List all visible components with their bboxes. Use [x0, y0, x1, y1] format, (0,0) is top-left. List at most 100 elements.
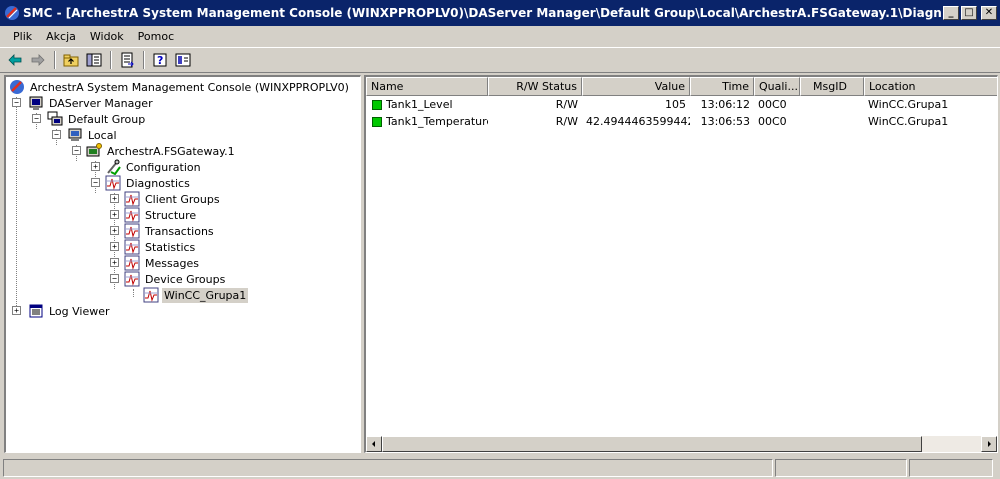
- horizontal-scrollbar[interactable]: [366, 436, 997, 452]
- tree-item-messages[interactable]: Messages: [124, 255, 201, 271]
- maximize-button[interactable]: □: [961, 6, 977, 20]
- show-hide-tree-icon: [86, 53, 102, 67]
- diagnostics-icon: [105, 175, 121, 191]
- tree-item-configuration[interactable]: Configuration: [105, 159, 203, 175]
- scroll-track[interactable]: [922, 436, 981, 452]
- configuration-icon: [107, 159, 121, 175]
- title-bar[interactable]: SMC - [ArchestrA System Management Conso…: [0, 0, 1000, 26]
- export-list-button[interactable]: [116, 50, 138, 70]
- log-viewer-icon: [29, 304, 43, 318]
- menu-plik[interactable]: Plik: [6, 30, 39, 43]
- collapse-toggle[interactable]: −: [110, 274, 119, 283]
- toolbar: ?: [0, 47, 1000, 73]
- scroll-thumb[interactable]: [382, 436, 922, 452]
- forward-button[interactable]: [27, 50, 49, 70]
- column-header-name[interactable]: Name: [366, 77, 488, 96]
- item-location: WinCC.Grupa1: [868, 98, 949, 111]
- diagnostics-icon: [124, 223, 140, 239]
- tree-item-daserver-manager[interactable]: DAServer Manager: [28, 95, 155, 111]
- console-tree[interactable]: ArchestrA System Management Console (WIN…: [4, 75, 361, 453]
- scroll-right-button[interactable]: [981, 436, 997, 452]
- diagnostics-icon: [143, 287, 159, 303]
- collapse-toggle[interactable]: −: [32, 114, 41, 123]
- export-list-icon: [121, 52, 134, 68]
- collapse-toggle[interactable]: −: [91, 178, 100, 187]
- expand-toggle[interactable]: +: [110, 194, 119, 203]
- status-panel-3: [909, 458, 993, 477]
- smc-app-icon: [5, 6, 19, 20]
- item-rw-status: R/W: [555, 98, 578, 111]
- expand-toggle[interactable]: +: [12, 306, 21, 315]
- back-button[interactable]: [4, 50, 26, 70]
- expand-toggle[interactable]: +: [110, 242, 119, 251]
- svg-text:?: ?: [157, 54, 163, 67]
- tree-item-transactions[interactable]: Transactions: [124, 223, 216, 239]
- column-header-msgid[interactable]: MsgID: [800, 77, 864, 96]
- tree-item-label: Log Viewer: [49, 304, 110, 318]
- tree-item-diagnostics[interactable]: Diagnostics: [105, 175, 192, 191]
- help-icon: ?: [153, 53, 167, 67]
- menu-bar: Plik Akcja Widok Pomoc: [0, 26, 1000, 46]
- menu-widok[interactable]: Widok: [83, 30, 131, 43]
- diagnostics-icon: [124, 255, 140, 271]
- tree-item-label: Structure: [145, 208, 197, 222]
- details-list[interactable]: Name R/W Status Value Time Quali... MsgI…: [364, 75, 998, 453]
- menu-pomoc[interactable]: Pomoc: [131, 30, 181, 43]
- collapse-toggle[interactable]: −: [12, 98, 21, 107]
- show-hide-tree-button[interactable]: [83, 50, 105, 70]
- tree-item-label: Local: [88, 128, 117, 142]
- maximize-label: □: [964, 7, 974, 18]
- tree-item-log-viewer[interactable]: Log Viewer: [28, 303, 112, 319]
- item-time: 13:06:12: [700, 98, 750, 111]
- toolbar-separator: [54, 51, 56, 69]
- tree-item-fsgateway[interactable]: ArchestrA.FSGateway.1: [86, 143, 237, 159]
- expand-toggle[interactable]: +: [110, 258, 119, 267]
- status-panel-main: [3, 458, 773, 477]
- close-button[interactable]: ✕: [981, 6, 997, 20]
- tree-item-label: DAServer Manager: [49, 96, 153, 110]
- tree-item-label: Device Groups: [145, 272, 226, 286]
- list-item[interactable]: Tank1_Level R/W 105 13:06:12 00C0 WinCC.…: [366, 96, 997, 113]
- expand-toggle[interactable]: +: [91, 162, 100, 171]
- tree-item-structure[interactable]: Structure: [124, 207, 198, 223]
- tree-item-label: ArchestrA.FSGateway.1: [107, 144, 235, 158]
- expand-toggle[interactable]: +: [110, 226, 119, 235]
- status-bar: [0, 456, 1000, 479]
- item-quality: 00C0: [758, 98, 787, 111]
- list-item[interactable]: Tank1_Temperature R/W 42.4944463599442 1…: [366, 113, 997, 130]
- tree-item-client-groups[interactable]: Client Groups: [124, 191, 222, 207]
- minimize-button[interactable]: _: [943, 6, 959, 20]
- column-header-quality[interactable]: Quali...: [754, 77, 800, 96]
- column-header-value[interactable]: Value: [582, 77, 690, 96]
- item-time: 13:06:53: [700, 115, 750, 128]
- column-header-rw-status[interactable]: R/W Status: [488, 77, 582, 96]
- tree-item-label: Messages: [145, 256, 199, 270]
- collapse-toggle[interactable]: −: [52, 130, 61, 139]
- tree-item-root[interactable]: ArchestrA System Management Console (WIN…: [9, 79, 351, 95]
- expand-toggle[interactable]: +: [110, 210, 119, 219]
- tree-item-default-group[interactable]: Default Group: [47, 111, 147, 127]
- tree-item-label: Statistics: [145, 240, 196, 254]
- group-icon: [47, 111, 63, 126]
- list-header: Name R/W Status Value Time Quali... MsgI…: [366, 77, 997, 96]
- column-header-time[interactable]: Time: [690, 77, 754, 96]
- tree-item-label: ArchestrA System Management Console (WIN…: [30, 80, 349, 94]
- computer-icon: [68, 128, 82, 141]
- tree-item-statistics[interactable]: Statistics: [124, 239, 197, 255]
- diagnostics-icon: [124, 207, 140, 223]
- help-button[interactable]: ?: [149, 50, 171, 70]
- tree-item-label: Transactions: [145, 224, 214, 238]
- collapse-toggle[interactable]: −: [72, 146, 81, 155]
- status-panel-2: [775, 458, 907, 477]
- scroll-left-button[interactable]: [366, 436, 382, 452]
- properties-button[interactable]: [172, 50, 194, 70]
- tree-item-device-groups[interactable]: Device Groups: [124, 271, 227, 287]
- tree-item-label: WinCC_Grupa1: [162, 287, 249, 303]
- tree-item-wincc-grupa1[interactable]: WinCC_Grupa1: [143, 287, 249, 303]
- tree-item-local[interactable]: Local: [67, 127, 119, 143]
- menu-akcja[interactable]: Akcja: [39, 30, 83, 43]
- tree-connector: [16, 97, 17, 310]
- window-title: SMC - [ArchestrA System Management Conso…: [23, 6, 941, 20]
- column-header-location[interactable]: Location: [864, 77, 997, 96]
- up-folder-button[interactable]: [60, 50, 82, 70]
